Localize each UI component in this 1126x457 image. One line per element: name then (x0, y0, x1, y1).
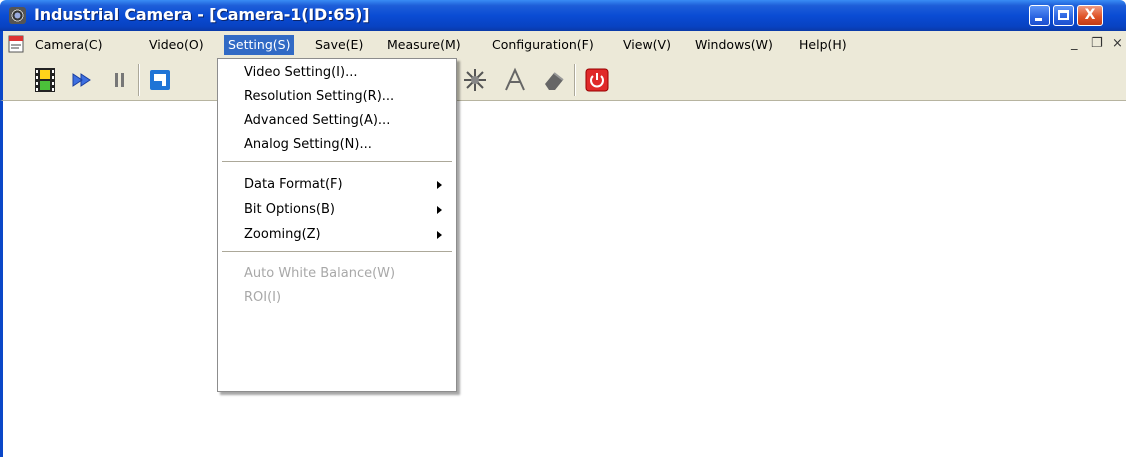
snapshot-icon[interactable] (146, 66, 174, 94)
menu-configuration[interactable]: Configuration(F) (488, 35, 598, 55)
toolbar (0, 58, 1126, 101)
menu-measure[interactable]: Measure(M) (383, 35, 465, 55)
menu-save[interactable]: Save(E) (311, 35, 367, 55)
title-bar[interactable]: Industrial Camera - [Camera-1(ID:65)] X (0, 0, 1126, 31)
measure-icon[interactable] (461, 66, 489, 94)
camera-app-icon[interactable] (9, 7, 26, 24)
video-display-area[interactable] (0, 101, 1126, 457)
menu-video[interactable]: Video(O) (145, 35, 208, 55)
menu-bar: Camera(C) Video(O) Setting(S) Save(E) Me… (0, 31, 1126, 58)
menu-item-video-setting[interactable]: Video Setting(I)... (218, 61, 456, 85)
mdi-restore-button[interactable]: ❐ (1091, 36, 1103, 51)
eraser-icon[interactable] (540, 66, 568, 94)
minimize-button[interactable] (1029, 5, 1050, 26)
menu-view[interactable]: View(V) (619, 35, 675, 55)
menu-item-resolution-setting[interactable]: Resolution Setting(R)... (218, 85, 456, 109)
play-icon[interactable] (69, 66, 97, 94)
menu-setting[interactable]: Setting(S) (224, 35, 295, 55)
toolbar-separator (138, 64, 140, 96)
submenu-arrow-icon (437, 231, 442, 239)
menu-windows[interactable]: Windows(W) (691, 35, 777, 55)
menu-item-data-format[interactable]: Data Format(F) (218, 173, 456, 197)
window-title: Industrial Camera - [Camera-1(ID:65)] (34, 5, 370, 24)
menu-item-roi: ROI(I) (244, 290, 282, 305)
toolbar-separator (574, 64, 576, 96)
power-icon[interactable] (583, 66, 611, 94)
film-strip-icon[interactable] (31, 66, 59, 94)
menu-item-auto-white-balance: Auto White Balance(W) (244, 266, 396, 281)
menu-camera[interactable]: Camera(C) (31, 35, 107, 55)
mdi-close-button[interactable]: × (1112, 36, 1123, 51)
menu-item-advanced-setting[interactable]: Advanced Setting(A)... (218, 109, 456, 133)
text-icon[interactable] (501, 66, 529, 94)
close-button[interactable]: X (1077, 5, 1103, 26)
submenu-arrow-icon (437, 206, 442, 214)
document-icon[interactable] (8, 34, 25, 53)
menu-item-zooming[interactable]: Zooming(Z) (218, 223, 456, 247)
menu-item-analog-setting[interactable]: Analog Setting(N)... (218, 133, 456, 157)
maximize-icon (1058, 10, 1069, 20)
mdi-minimize-button[interactable]: _ (1071, 36, 1078, 51)
minimize-icon (1035, 18, 1042, 21)
setting-menu-dropdown: Video Setting(I)... Resolution Setting(R… (217, 58, 457, 392)
menu-item-bit-options[interactable]: Bit Options(B) (218, 198, 456, 222)
close-icon: X (1084, 7, 1096, 23)
submenu-arrow-icon (437, 181, 442, 189)
maximize-button[interactable] (1053, 5, 1074, 26)
application-window: Industrial Camera - [Camera-1(ID:65)] X … (0, 0, 1126, 457)
pause-icon[interactable] (106, 66, 134, 94)
menu-separator (222, 161, 452, 163)
menu-help[interactable]: Help(H) (795, 35, 851, 55)
menu-separator (222, 251, 452, 253)
